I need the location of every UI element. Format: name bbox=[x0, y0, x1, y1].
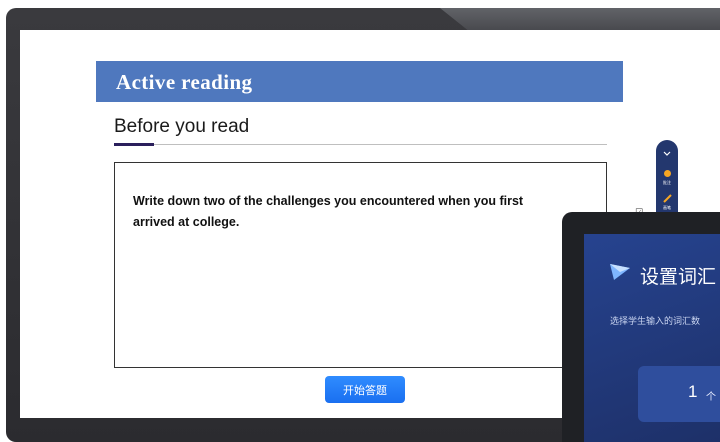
pen-icon[interactable] bbox=[661, 192, 673, 204]
dialog-title: 设置词汇 bbox=[640, 267, 717, 288]
toolbar-label-annotate: 批注 bbox=[663, 180, 671, 185]
chevron-icon[interactable] bbox=[661, 148, 673, 160]
app-logo-icon bbox=[610, 264, 630, 280]
hand-icon[interactable] bbox=[661, 167, 673, 179]
count-value: 1 bbox=[688, 382, 698, 401]
title-banner: Active reading bbox=[96, 61, 623, 102]
prompt-text: Write down two of the challenges you enc… bbox=[133, 194, 524, 229]
start-answer-button[interactable]: 开始答题 bbox=[325, 376, 405, 403]
word-count-selector[interactable]: 1 个 bbox=[638, 366, 720, 422]
toolbar-label-pen: 画笔 bbox=[663, 205, 671, 210]
section-accent-bar bbox=[114, 143, 154, 146]
prompt-box: Write down two of the challenges you enc… bbox=[114, 162, 607, 368]
page-title: Active reading bbox=[116, 70, 253, 94]
tablet-screen: 设置词汇 选择学生输入的词汇数 1 个 bbox=[584, 234, 720, 442]
dialog-description: 选择学生输入的词汇数 bbox=[610, 316, 701, 326]
monitor-sheen bbox=[440, 8, 720, 32]
section-divider bbox=[114, 144, 607, 145]
section-heading: Before you read bbox=[114, 116, 250, 137]
count-unit: 个 bbox=[706, 392, 716, 403]
